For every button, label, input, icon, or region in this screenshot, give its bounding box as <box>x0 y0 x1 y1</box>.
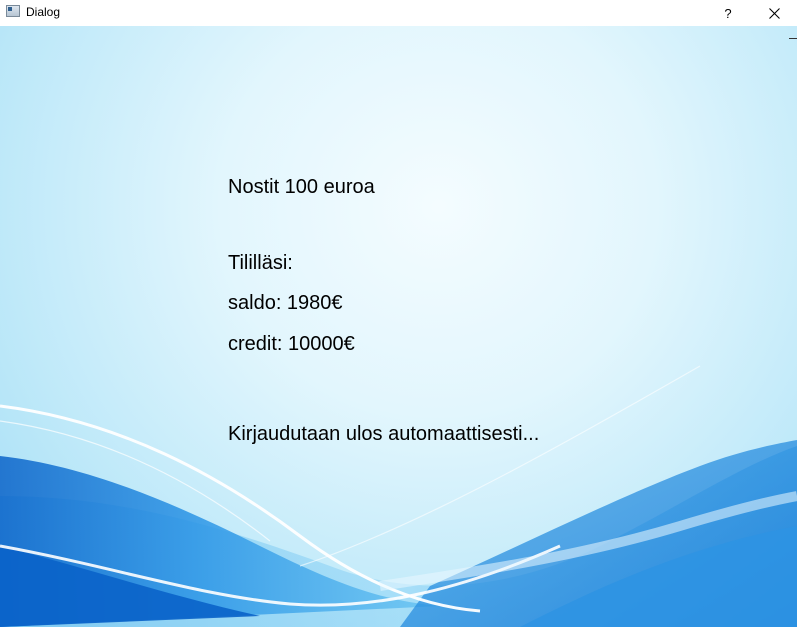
help-button[interactable]: ? <box>705 0 751 26</box>
withdrawal-text: Nostit 100 euroa <box>228 176 375 198</box>
close-icon <box>768 7 780 19</box>
account-heading: Tililläsi: <box>228 252 293 274</box>
logout-notice: Kirjaudutaan ulos automaattisesti... <box>228 423 540 445</box>
wave-background <box>0 365 797 627</box>
title-bar: Dialog ? <box>0 0 797 26</box>
balance-text: saldo: 1980€ <box>228 292 343 314</box>
app-icon <box>6 5 20 17</box>
dialog-content: Nostit 100 euroa Tililläsi: saldo: 1980€… <box>0 26 797 627</box>
edge-marker <box>789 38 797 39</box>
window-title: Dialog <box>26 5 61 19</box>
credit-text: credit: 10000€ <box>228 333 355 355</box>
dialog-window: Dialog ? Nostit 100 euroa Tililläsi: sal… <box>0 0 797 627</box>
close-button[interactable] <box>751 0 797 26</box>
